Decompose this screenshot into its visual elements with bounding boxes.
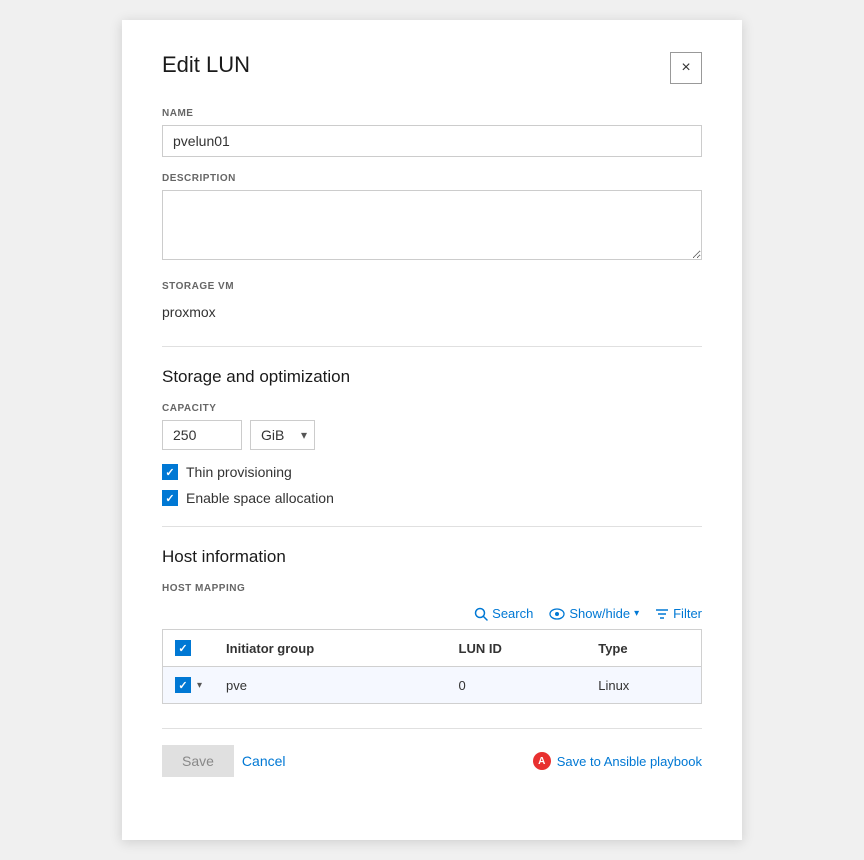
header-checkbox-cell — [163, 630, 215, 667]
search-label: Search — [492, 606, 533, 621]
storage-section: Storage and optimization CAPACITY GiB Ti… — [162, 367, 702, 506]
unit-select[interactable]: GiB TiB MiB — [250, 420, 315, 450]
name-field-group: NAME — [162, 108, 702, 157]
capacity-input[interactable] — [162, 420, 242, 450]
ansible-label: Save to Ansible playbook — [557, 754, 702, 769]
table-body: ▾ pve 0 Linux — [163, 667, 702, 704]
row-check-area: ▾ — [175, 677, 202, 693]
search-icon — [474, 607, 488, 621]
divider-2 — [162, 526, 702, 527]
close-button[interactable]: × — [670, 52, 702, 84]
cell-type: Linux — [586, 667, 701, 704]
show-hide-chevron-icon: ▾ — [634, 608, 639, 619]
filter-label: Filter — [673, 606, 702, 621]
ansible-icon: A — [533, 752, 551, 770]
enable-space-checkbox[interactable] — [162, 490, 178, 506]
host-mapping-label: HOST MAPPING — [162, 583, 702, 594]
ansible-button[interactable]: A Save to Ansible playbook — [533, 752, 702, 770]
col-lun-id: LUN ID — [447, 630, 587, 667]
host-section-title: Host information — [162, 547, 702, 567]
table-row: ▾ pve 0 Linux — [163, 667, 702, 704]
host-section: Host information HOST MAPPING Search Sho… — [162, 547, 702, 704]
enable-space-label: Enable space allocation — [186, 490, 334, 506]
thin-provisioning-label: Thin provisioning — [186, 464, 292, 480]
row-expand-icon[interactable]: ▾ — [197, 680, 202, 691]
name-label: NAME — [162, 108, 702, 119]
divider-1 — [162, 346, 702, 347]
footer-bar: Save Cancel A Save to Ansible playbook — [162, 728, 702, 777]
cell-lun-id: 0 — [447, 667, 587, 704]
modal-title: Edit LUN — [162, 52, 250, 78]
storage-vm-label: STORAGE VM — [162, 281, 702, 292]
header-checkbox[interactable] — [175, 640, 191, 656]
edit-lun-modal: Edit LUN × NAME DESCRIPTION STORAGE VM p… — [122, 20, 742, 840]
storage-section-title: Storage and optimization — [162, 367, 702, 387]
row-checkbox[interactable] — [175, 677, 191, 693]
thin-provisioning-checkbox[interactable] — [162, 464, 178, 480]
capacity-row: GiB TiB MiB — [162, 420, 702, 450]
name-input[interactable] — [162, 125, 702, 157]
show-hide-label: Show/hide — [569, 606, 630, 621]
description-field-group: DESCRIPTION — [162, 173, 702, 265]
eye-icon — [549, 608, 565, 620]
col-type: Type — [586, 630, 701, 667]
enable-space-row: Enable space allocation — [162, 490, 702, 506]
storage-vm-value: proxmox — [162, 298, 702, 326]
row-checkbox-cell: ▾ — [163, 667, 215, 704]
filter-icon — [655, 608, 669, 620]
show-hide-button[interactable]: Show/hide ▾ — [549, 606, 639, 621]
col-initiator-group: Initiator group — [214, 630, 447, 667]
description-label: DESCRIPTION — [162, 173, 702, 184]
unit-select-wrapper: GiB TiB MiB — [250, 420, 315, 450]
table-toolbar: Search Show/hide ▾ Filter — [162, 606, 702, 621]
thin-provisioning-row: Thin provisioning — [162, 464, 702, 480]
capacity-label: CAPACITY — [162, 403, 702, 414]
search-button[interactable]: Search — [474, 606, 533, 621]
storage-vm-field-group: STORAGE VM proxmox — [162, 281, 702, 326]
host-mapping-table: Initiator group LUN ID Type ▾ — [162, 629, 702, 704]
table-header: Initiator group LUN ID Type — [163, 630, 702, 667]
modal-header: Edit LUN × — [162, 52, 702, 84]
description-input[interactable] — [162, 190, 702, 260]
footer-left: Save Cancel — [162, 745, 286, 777]
cell-initiator-group: pve — [214, 667, 447, 704]
filter-button[interactable]: Filter — [655, 606, 702, 621]
cancel-button[interactable]: Cancel — [242, 745, 286, 777]
save-button[interactable]: Save — [162, 745, 234, 777]
